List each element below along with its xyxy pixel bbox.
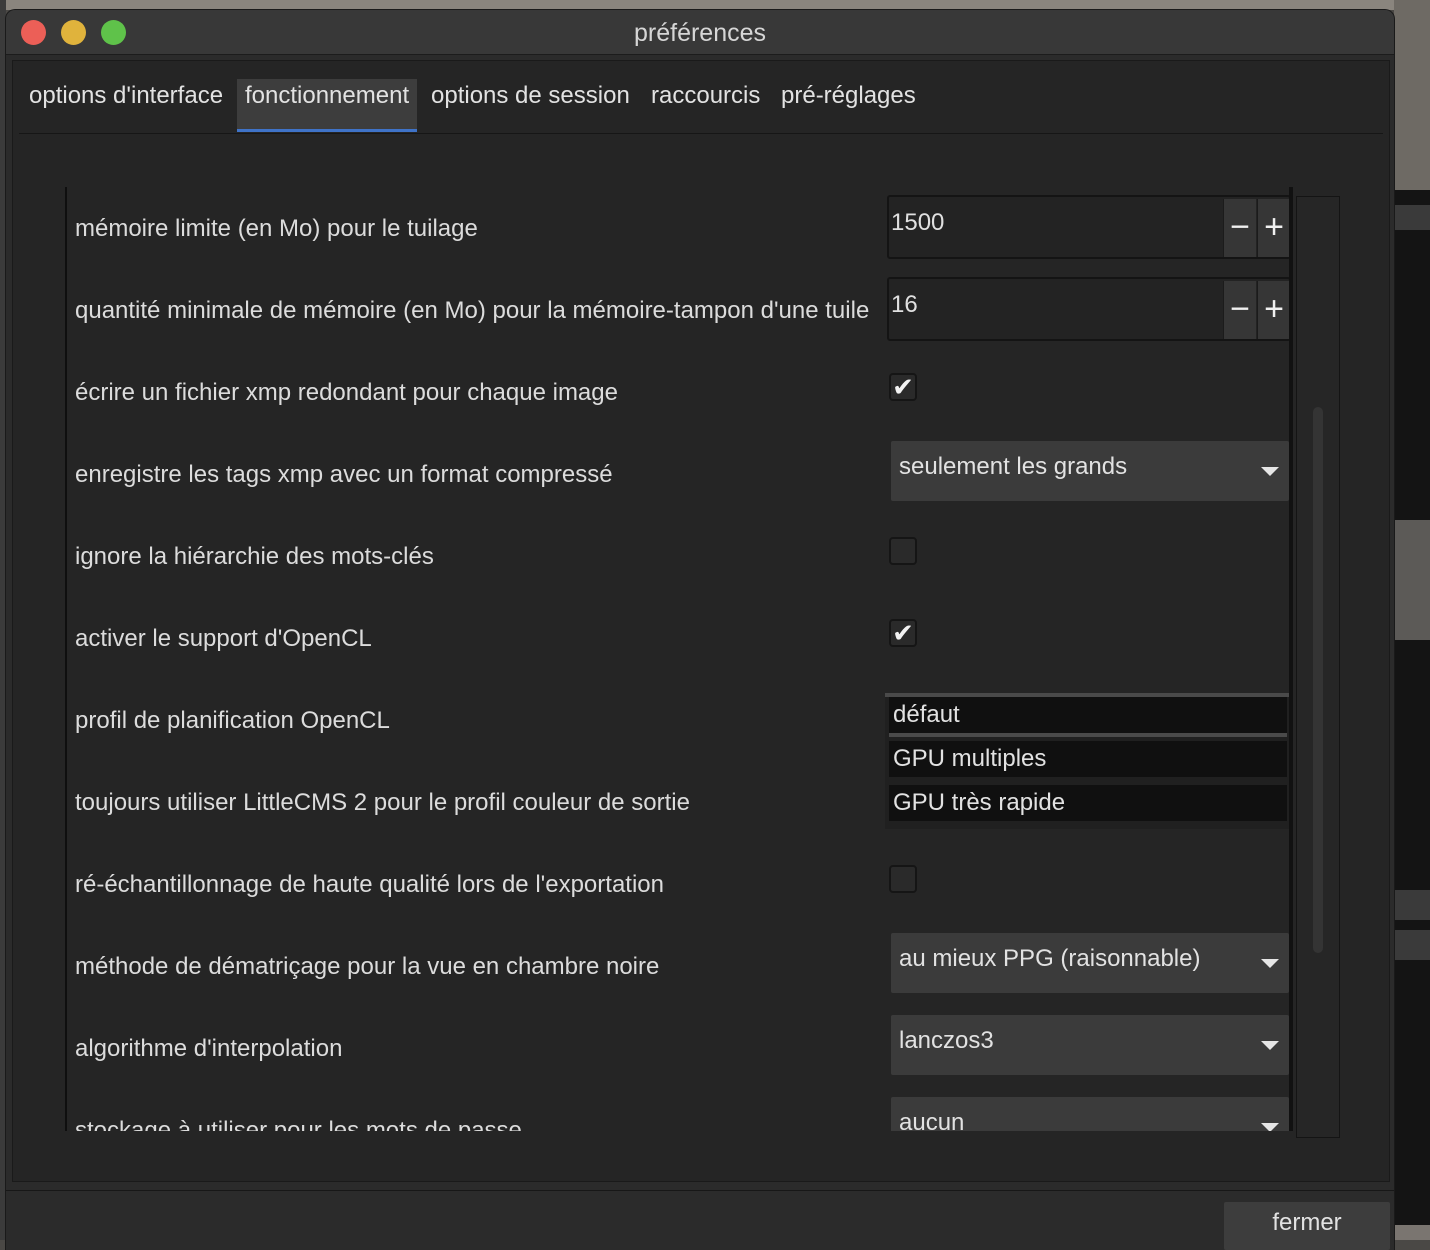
tab-interface-options[interactable]: options d'interface	[29, 79, 223, 129]
scrollbar-thumb[interactable]	[1313, 407, 1323, 953]
dropdown-value: au mieux PPG (raisonnable)	[899, 945, 1201, 972]
increment-button[interactable]: +	[1257, 281, 1290, 339]
ignore-hierarchy-checkbox[interactable]	[889, 537, 917, 565]
setting-label: activer le support d'OpenCL	[75, 625, 372, 652]
chevron-down-icon	[1261, 1123, 1279, 1131]
redundant-xmp-checkbox[interactable]: ✔	[889, 373, 917, 401]
opencl-profile-dropdown-popup[interactable]: défaut GPU multiples GPU très rapide	[885, 693, 1291, 829]
setting-label: enregistre les tags xmp avec un format c…	[75, 461, 613, 488]
tab-shortcuts[interactable]: raccourcis	[651, 79, 760, 129]
hq-resample-checkbox[interactable]	[889, 865, 917, 893]
tab-session-options[interactable]: options de session	[431, 79, 630, 129]
desktop-backdrop-top	[0, 0, 1430, 10]
tab-bar: options d'interface fonctionnement optio…	[13, 61, 1389, 133]
tab-divider	[19, 133, 1383, 134]
window-title: préférences	[633, 19, 767, 47]
setting-label: profil de planification OpenCL	[75, 707, 390, 734]
tab-processing[interactable]: fonctionnement	[237, 79, 418, 132]
setting-label: algorithme d'interpolation	[75, 1035, 343, 1062]
setting-row: activer le support d'OpenCL ✔	[67, 615, 1287, 697]
setting-row: méthode de dématriçage pour la vue en ch…	[67, 933, 1289, 1025]
setting-label: méthode de dématriçage pour la vue en ch…	[75, 953, 660, 980]
title-bar: préférences	[6, 10, 1394, 55]
dropdown-value: lanczos3	[899, 1027, 994, 1054]
opencl-checkbox[interactable]: ✔	[889, 619, 917, 647]
desktop-backdrop-right	[1394, 0, 1430, 1240]
settings-list: mémoire limite (en Mo) pour le tuilage 1…	[65, 187, 1291, 1131]
interpolation-dropdown[interactable]: lanczos3	[891, 1015, 1289, 1075]
setting-row: quantité minimale de mémoire (en Mo) pou…	[67, 277, 1291, 369]
setting-row: enregistre les tags xmp avec un format c…	[67, 441, 1289, 533]
setting-label: écrire un fichier xmp redondant pour cha…	[75, 379, 618, 406]
tiling-memory-value[interactable]: 1500	[891, 209, 944, 237]
dropdown-option[interactable]: défaut	[889, 697, 1287, 737]
preferences-window: préférences options d'interface fonction…	[6, 10, 1394, 1250]
setting-row: ré-échantillonnage de haute qualité lors…	[67, 861, 1287, 943]
chevron-down-icon	[1261, 467, 1279, 476]
decrement-button[interactable]: −	[1223, 281, 1256, 339]
setting-row: stockage à utiliser pour les mots de pas…	[67, 1097, 1289, 1131]
settings-scrollbar[interactable]	[1296, 196, 1340, 1138]
preferences-dialog: options d'interface fonctionnement optio…	[12, 60, 1390, 1182]
content-divider	[1289, 187, 1293, 1131]
tile-buffer-spinbox[interactable]: 16 − +	[887, 277, 1291, 341]
close-button[interactable]: fermer	[1224, 1202, 1390, 1250]
tile-buffer-value[interactable]: 16	[891, 291, 918, 319]
dropdown-value: seulement les grands	[899, 453, 1128, 480]
increment-button[interactable]: +	[1257, 199, 1290, 257]
setting-row: ignore la hiérarchie des mots-clés	[67, 533, 1287, 615]
compress-xmp-dropdown[interactable]: seulement les grands	[891, 441, 1289, 501]
dropdown-value: aucun	[899, 1109, 965, 1131]
setting-label: toujours utiliser LittleCMS 2 pour le pr…	[75, 789, 690, 816]
setting-label: mémoire limite (en Mo) pour le tuilage	[75, 215, 478, 242]
setting-label: quantité minimale de mémoire (en Mo) pou…	[75, 297, 870, 324]
setting-label: stockage à utiliser pour les mots de pas…	[75, 1117, 522, 1131]
dropdown-option[interactable]: GPU très rapide	[889, 785, 1287, 821]
tiling-memory-spinbox[interactable]: 1500 − +	[887, 195, 1291, 259]
footer-divider	[6, 1190, 1394, 1191]
setting-row: algorithme d'interpolation lanczos3	[67, 1015, 1289, 1107]
chevron-down-icon	[1261, 959, 1279, 968]
demosaic-dropdown[interactable]: au mieux PPG (raisonnable)	[891, 933, 1289, 993]
setting-row: mémoire limite (en Mo) pour le tuilage 1…	[67, 195, 1291, 287]
password-storage-dropdown[interactable]: aucun	[891, 1097, 1289, 1131]
setting-row: écrire un fichier xmp redondant pour cha…	[67, 369, 1287, 451]
tab-presets[interactable]: pré-réglages	[781, 79, 916, 129]
setting-label: ignore la hiérarchie des mots-clés	[75, 543, 434, 570]
decrement-button[interactable]: −	[1223, 199, 1256, 257]
dropdown-option[interactable]: GPU multiples	[889, 741, 1287, 777]
setting-label: ré-échantillonnage de haute qualité lors…	[75, 871, 664, 898]
chevron-down-icon	[1261, 1041, 1279, 1050]
